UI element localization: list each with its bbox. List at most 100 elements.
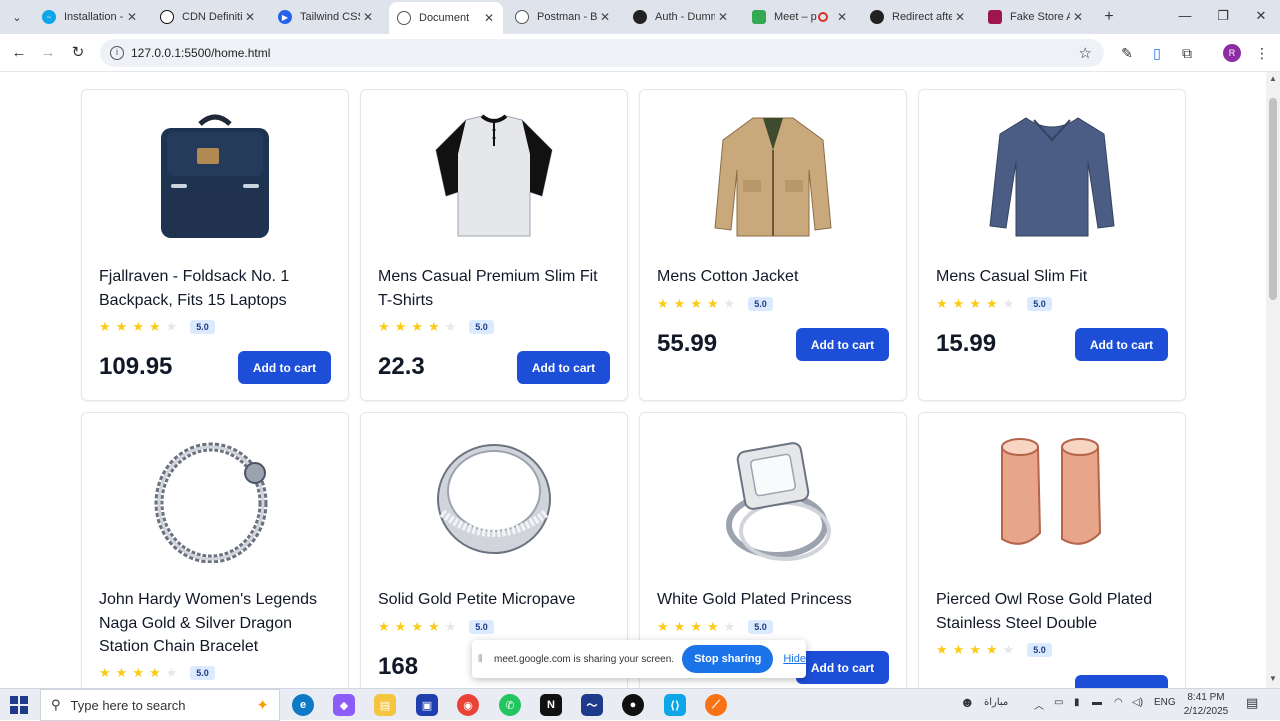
hide-banner-link[interactable]: Hide: [783, 653, 806, 665]
address-bar[interactable]: i 127.0.0.1:5500/home.html ☆: [100, 39, 1104, 67]
postman-app-icon[interactable]: ⟋: [705, 694, 727, 716]
windows-start-icon[interactable]: [10, 696, 28, 714]
star-icon: ★: [952, 642, 965, 657]
page-scrollbar[interactable]: ▲ ▼: [1266, 72, 1280, 688]
tab-document[interactable]: Document ✕: [389, 2, 503, 34]
bookmark-star-icon[interactable]: ☆: [1079, 44, 1092, 62]
scroll-up-arrow-icon[interactable]: ▲: [1268, 74, 1278, 83]
puzzle-extensions-icon[interactable]: ⧉: [1177, 43, 1197, 63]
close-tab-icon[interactable]: ✕: [124, 10, 140, 24]
close-tab-icon[interactable]: ✕: [242, 10, 258, 24]
taskbar-clock[interactable]: 8:41 PM 2/12/2025: [1176, 691, 1236, 719]
scroll-down-arrow-icon[interactable]: ▼: [1268, 674, 1278, 683]
rating-badge: 5.0: [748, 620, 773, 634]
tray-volume-icon[interactable]: ◁): [1132, 697, 1143, 708]
product-title[interactable]: Fjallraven - Foldsack No. 1 Backpack, Fi…: [99, 265, 335, 312]
tab-auth[interactable]: Auth - Dumm ✕: [625, 4, 737, 30]
star-icon: ★: [378, 319, 390, 334]
copilot-app-icon[interactable]: ◆: [333, 694, 355, 716]
weather-text[interactable]: مباراة: [984, 697, 1008, 708]
product-card: Pierced Owl Rose Gold Plated Stainless S…: [918, 412, 1186, 688]
tshirt-image: [435, 114, 553, 237]
scrollbar-thumb[interactable]: [1269, 98, 1277, 300]
close-tab-icon[interactable]: ✕: [834, 10, 850, 24]
product-title[interactable]: Solid Gold Petite Micropave: [378, 588, 614, 612]
star-icon: ★: [148, 665, 161, 680]
tab-installation[interactable]: ~ Installation - ✕: [34, 4, 146, 30]
rose-gold-rings-image: [1001, 438, 1102, 545]
obs-app-icon[interactable]: ●: [622, 694, 644, 716]
close-tab-icon[interactable]: ✕: [481, 11, 497, 25]
add-to-cart-button[interactable]: Add to cart: [1075, 328, 1168, 361]
reload-icon[interactable]: ↻: [67, 42, 89, 64]
close-tab-icon[interactable]: ✕: [597, 10, 613, 24]
play-favicon-icon: ▶: [278, 10, 292, 24]
window-close-icon[interactable]: ✕: [1246, 4, 1276, 28]
tab-postman[interactable]: Postman - Br ✕: [507, 4, 619, 30]
add-to-cart-button[interactable]: Add to cart: [238, 351, 331, 384]
vscode-app-icon[interactable]: ⟨⟩: [664, 694, 686, 716]
back-arrow-icon[interactable]: ←: [8, 42, 30, 64]
close-tab-icon[interactable]: ✕: [952, 10, 968, 24]
tray-language[interactable]: ENG: [1154, 697, 1176, 708]
whiteboard-app-icon[interactable]: 〜: [581, 694, 603, 716]
add-to-cart-button[interactable]: [1075, 675, 1168, 688]
add-to-cart-button[interactable]: Add to cart: [796, 328, 889, 361]
product-grid-page: Fjallraven - Foldsack No. 1 Backpack, Fi…: [0, 72, 1266, 688]
windows-taskbar: ⚲ Type here to search ✦ e ◆ ▤ ▣ ◉ ✆ N 〜 …: [0, 688, 1280, 721]
eyedropper-extension-icon[interactable]: ✎: [1117, 43, 1137, 63]
tab-redirect[interactable]: Redirect afte ✕: [862, 4, 974, 30]
product-title[interactable]: John Hardy Women's Legends Naga Gold & S…: [99, 588, 335, 659]
rating-badge: 5.0: [469, 620, 494, 634]
tray-wifi-icon[interactable]: ◠: [1114, 697, 1123, 708]
search-placeholder: Type here to search: [70, 697, 186, 713]
extension-icon[interactable]: ▯: [1147, 43, 1167, 63]
product-title[interactable]: Mens Casual Slim Fit: [936, 265, 1172, 289]
drag-handle-icon[interactable]: ⦀: [478, 654, 490, 665]
add-to-cart-button[interactable]: Add to cart: [517, 351, 610, 384]
add-to-cart-button[interactable]: Add to cart: [796, 651, 889, 684]
maximize-icon[interactable]: ❐: [1208, 4, 1238, 28]
browser-tab-strip: ⌄ ~ Installation - ✕ CDN Definiti ✕ ▶ Ta…: [0, 0, 1280, 34]
product-title[interactable]: Pierced Owl Rose Gold Plated Stainless S…: [936, 588, 1172, 635]
minimize-icon[interactable]: —: [1170, 4, 1200, 28]
tab-fake-store[interactable]: Fake Store A ✕: [980, 4, 1092, 30]
product-title[interactable]: Mens Casual Premium Slim Fit T-Shirts: [378, 265, 614, 312]
rating-badge: 5.0: [190, 666, 215, 680]
address-url[interactable]: 127.0.0.1:5500/home.html: [131, 46, 270, 60]
tab-meet[interactable]: Meet – p ✕: [744, 4, 856, 30]
tab-search-dropdown-icon[interactable]: ⌄: [6, 6, 28, 28]
star-icon: ★: [165, 665, 178, 680]
tab-cdn[interactable]: CDN Definiti ✕: [152, 4, 264, 30]
more-menu-icon[interactable]: ⋮: [1252, 43, 1272, 63]
close-tab-icon[interactable]: ✕: [715, 10, 731, 24]
tray-display-icon[interactable]: ▭: [1054, 697, 1063, 708]
notion-app-icon[interactable]: N: [540, 694, 562, 716]
new-tab-plus-icon[interactable]: +: [1100, 8, 1118, 26]
close-tab-icon[interactable]: ✕: [1070, 10, 1086, 24]
chrome-app-icon[interactable]: ◉: [457, 694, 479, 716]
tray-mic-icon[interactable]: ▮: [1074, 697, 1080, 708]
product-title[interactable]: White Gold Plated Princess: [657, 588, 893, 612]
file-explorer-icon[interactable]: ▤: [374, 694, 396, 716]
tray-chevron-icon[interactable]: ︿: [1034, 697, 1044, 712]
weather-icon[interactable]: ☻: [960, 694, 975, 710]
taskbar-search-box[interactable]: ⚲ Type here to search ✦: [40, 689, 280, 721]
product-title[interactable]: Mens Cotton Jacket: [657, 265, 893, 289]
close-tab-icon[interactable]: ✕: [360, 10, 376, 24]
star-rating: ★ ★ ★ ★ ★ 5.0: [378, 320, 494, 334]
whatsapp-app-icon[interactable]: ✆: [499, 694, 521, 716]
notifications-icon[interactable]: ▤: [1246, 695, 1258, 711]
profile-avatar[interactable]: R: [1223, 44, 1241, 62]
tab-tailwind[interactable]: ▶ Tailwind CSS ✕: [270, 4, 382, 30]
stop-sharing-button[interactable]: Stop sharing: [682, 645, 774, 673]
search-icon: ⚲: [51, 697, 61, 712]
recording-icon: [818, 12, 828, 22]
forward-arrow-icon[interactable]: →: [37, 42, 59, 64]
edge-app-icon[interactable]: e: [292, 694, 314, 716]
star-icon: ★: [936, 642, 948, 657]
store-app-icon[interactable]: ▣: [416, 694, 438, 716]
star-icon: ★: [411, 319, 423, 334]
tray-battery-icon[interactable]: ▬: [1092, 697, 1102, 708]
site-info-icon[interactable]: i: [110, 46, 124, 60]
